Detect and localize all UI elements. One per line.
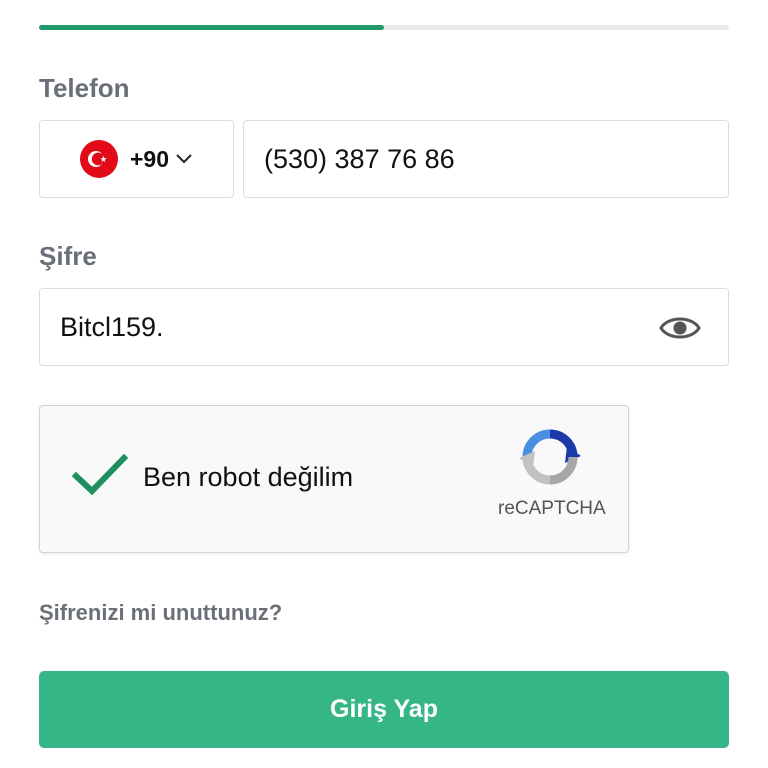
- eye-icon[interactable]: [658, 311, 702, 345]
- captcha-text: Ben robot değilim: [143, 462, 354, 492]
- phone-label: Telefon: [39, 73, 130, 103]
- recaptcha-widget: Ben robot değilim reCAPTCHA: [39, 405, 629, 553]
- password-field: [39, 288, 729, 366]
- login-form: Telefon +90 Şifre Ben robot değilim: [0, 0, 768, 768]
- forgot-password-link[interactable]: Şifrenizi mi unuttunuz?: [39, 600, 282, 626]
- turkey-flag-icon: [79, 140, 118, 178]
- recaptcha-logo-icon: [519, 429, 581, 485]
- phone-field: [243, 120, 729, 198]
- dial-code: +90: [129, 145, 169, 172]
- login-button[interactable]: Giriş Yap: [39, 671, 729, 748]
- phone-input[interactable]: [244, 121, 728, 197]
- password-label: Şifre: [39, 241, 97, 271]
- progress-bar: [39, 25, 729, 30]
- country-code-select[interactable]: +90: [39, 120, 234, 198]
- password-input[interactable]: [40, 289, 728, 365]
- recaptcha-brand: reCAPTCHA: [498, 498, 606, 519]
- chevron-down-icon: [176, 154, 192, 164]
- checkmark-icon[interactable]: [72, 454, 128, 498]
- progress-bar-fill: [39, 25, 384, 30]
